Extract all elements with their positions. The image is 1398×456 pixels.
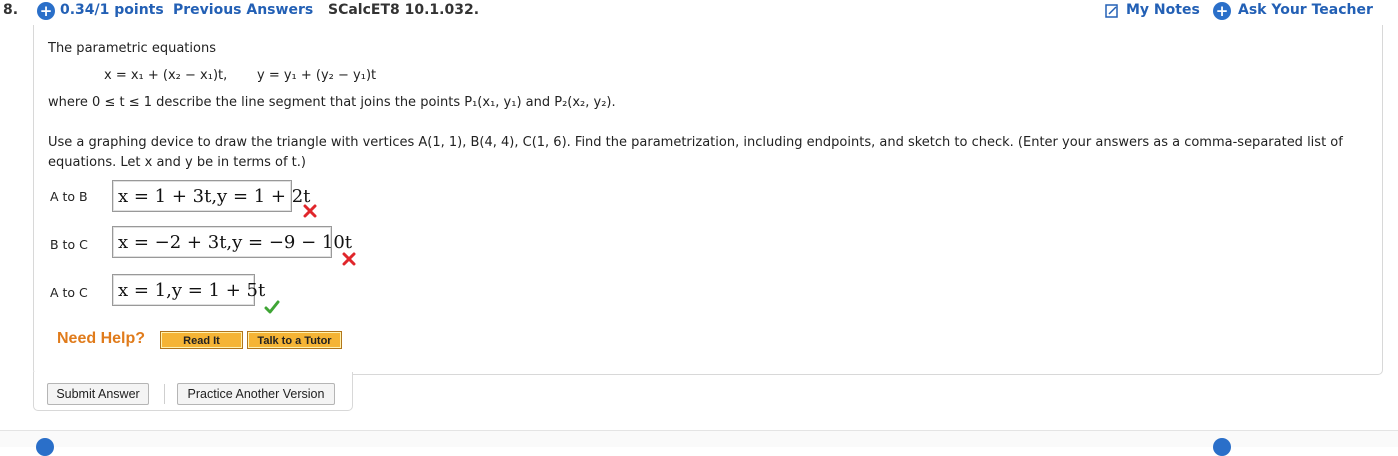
equation-y: y = y₁ + (y₂ − y₁)t [257,68,377,83]
ask-teacher-link[interactable]: Ask Your Teacher [1238,2,1373,18]
answer-input-b-to-c[interactable]: x = −2 + 3t,y = −9 − 10t [112,226,352,258]
points-link[interactable]: 0.34/1 points [60,2,164,18]
next-question-header-partial [0,430,1398,447]
read-it-button[interactable]: Read It [160,331,243,349]
equation-x: x = x₁ + (x₂ − x₁)t, [104,68,228,83]
my-notes-link[interactable]: My Notes [1126,2,1200,18]
where-line: where 0 ≤ t ≤ 1 describe the line segmen… [48,95,616,110]
answer-label-a-to-c: A to C [50,285,88,300]
button-divider [164,384,165,404]
incorrect-x-icon [303,204,317,218]
next-ask-teacher-plus-icon[interactable] [1213,438,1231,456]
answer-input-a-to-b[interactable]: x = 1 + 3t,y = 1 + 2t [112,180,310,212]
previous-answers-link[interactable]: Previous Answers [173,2,313,18]
instructions-line-2: equations. Let x and y be in terms of t.… [48,155,306,170]
talk-to-tutor-button[interactable]: Talk to a Tutor [247,331,342,349]
ask-teacher-plus-icon[interactable]: + [1213,2,1231,20]
question-id: SCalcET8 10.1.032. [328,2,480,18]
correct-check-icon [264,300,280,314]
question-number: 8. [3,2,19,18]
practice-another-version-button[interactable]: Practice Another Version [177,383,335,405]
question-header: 8. + 0.34/1 points Previous Answers SCal… [0,0,1398,22]
next-expand-plus-icon[interactable] [36,438,54,456]
problem-intro: The parametric equations [48,41,216,56]
submit-answer-button[interactable]: Submit Answer [47,383,149,405]
answer-label-a-to-b: A to B [50,189,88,204]
answer-label-b-to-c: B to C [50,237,88,252]
instructions-line-1: Use a graphing device to draw the triang… [48,135,1343,150]
answer-input-a-to-c[interactable]: x = 1,y = 1 + 5t [112,274,265,306]
expand-plus-icon[interactable]: + [37,2,55,20]
need-help-heading: Need Help? [57,330,146,347]
notes-icon[interactable] [1105,4,1119,18]
incorrect-x-icon [342,252,356,266]
